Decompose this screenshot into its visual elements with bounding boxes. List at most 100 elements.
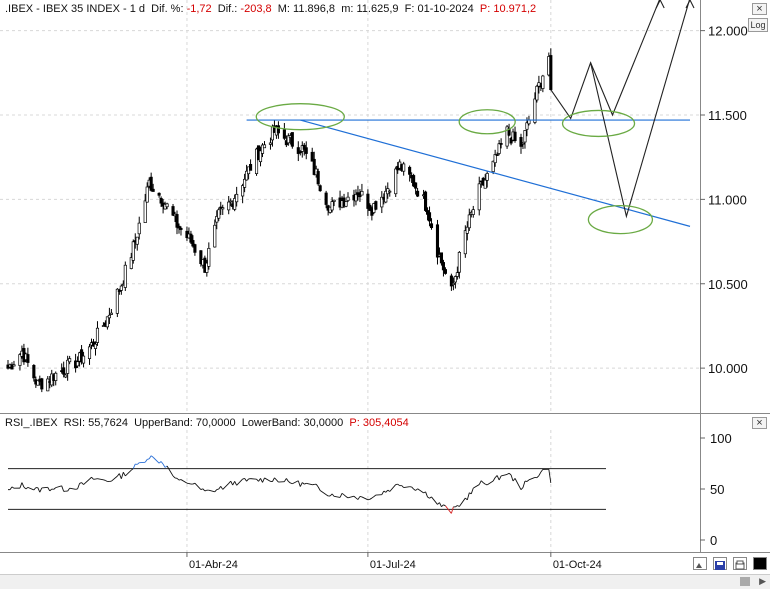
rsi-segment <box>214 489 218 493</box>
zoom-fit-button[interactable] <box>693 557 707 570</box>
rsi-segment <box>528 477 536 481</box>
rsi-segment <box>178 479 182 481</box>
rsi-segment <box>319 490 327 495</box>
candle-body <box>165 203 169 208</box>
background-color-button[interactable] <box>753 557 767 570</box>
rsi-segment <box>91 476 94 480</box>
rsi-segment <box>264 477 271 482</box>
candle-body <box>424 191 428 211</box>
candle-body <box>135 236 139 245</box>
projection-path-1 <box>550 0 660 120</box>
candle-body <box>95 327 100 343</box>
rsi-segment <box>427 496 430 499</box>
candle-body <box>483 179 487 189</box>
rsi-segment <box>234 481 238 486</box>
rsi-segment <box>150 455 154 458</box>
rsi-segment <box>9 486 13 490</box>
candle-body <box>332 199 336 202</box>
candle-body <box>541 75 545 89</box>
save-button[interactable] <box>713 557 727 570</box>
rsi-segment <box>492 477 496 482</box>
rsi-segment <box>260 478 263 483</box>
candle-body <box>193 244 197 253</box>
rsi-segment <box>202 488 206 492</box>
rsi-segment <box>522 480 526 488</box>
rsi-segment <box>144 459 148 463</box>
rsi-segment <box>147 458 150 460</box>
rsi-segment <box>176 477 180 481</box>
candle-body <box>235 193 239 203</box>
candle-body <box>143 200 147 224</box>
candle-body <box>535 85 539 101</box>
candle-body <box>521 142 525 145</box>
rsi-segment <box>383 490 387 493</box>
rsi-segment <box>496 475 500 481</box>
rsi-segment <box>540 469 544 473</box>
print-button[interactable] <box>733 557 747 570</box>
candle-body <box>229 200 233 203</box>
candle-body <box>243 178 247 188</box>
scrollbar-thumb[interactable] <box>740 577 750 586</box>
candle-body <box>87 346 92 359</box>
rsi-segment <box>132 463 136 469</box>
candle-body <box>316 171 320 185</box>
descending-trendline <box>300 119 691 227</box>
candle-body <box>157 192 161 196</box>
rsi-segment <box>431 496 438 505</box>
annotation-layer <box>246 0 695 235</box>
rsi-segment <box>299 482 303 487</box>
candle-body <box>344 201 348 207</box>
rsi-segment <box>401 485 405 488</box>
rsi-segment <box>470 487 474 494</box>
rsi-segment <box>429 496 432 499</box>
candle-body <box>533 98 537 123</box>
rsi-segment <box>19 482 23 489</box>
candle-body <box>429 223 434 229</box>
candle-body <box>408 166 412 175</box>
rsi-segment <box>236 478 243 486</box>
rsi-segment <box>455 505 458 508</box>
candle-body <box>282 129 286 139</box>
candle-body <box>32 364 36 379</box>
close-rsi-button[interactable]: × <box>752 417 767 429</box>
rsi-segment <box>441 504 444 508</box>
rsi-segment <box>306 482 313 486</box>
candle-body <box>441 262 445 271</box>
highlight-ellipse <box>561 109 636 138</box>
rsi-segment <box>122 471 126 477</box>
candle-body <box>66 359 70 374</box>
rsi-segment <box>387 489 391 492</box>
highlight-ellipse <box>458 109 516 135</box>
rsi-segment <box>443 504 446 507</box>
rsi-segment <box>105 480 108 482</box>
rsi-segment <box>367 498 370 501</box>
rsi-segment <box>148 455 152 460</box>
rsi-segment <box>439 502 442 507</box>
rsi-segment <box>272 477 275 482</box>
rsi-segment <box>111 475 118 482</box>
rsi-segment <box>357 496 361 500</box>
rsi-segment <box>485 483 488 486</box>
candle-body <box>115 288 119 314</box>
rsi-segment <box>411 486 414 490</box>
candle-body <box>455 272 459 277</box>
log-scale-toggle[interactable]: Log <box>748 18 768 32</box>
candle-body <box>276 125 280 134</box>
horizontal-scrollbar[interactable]: ▶ <box>0 574 770 589</box>
candle-body <box>330 201 334 211</box>
rsi-segment <box>397 483 400 487</box>
candle-body <box>388 190 392 193</box>
candle-body <box>549 55 553 91</box>
rsi-tick-label: 0 <box>710 533 717 548</box>
close-pane-button[interactable]: × <box>752 3 767 15</box>
rsi-segment <box>118 473 122 479</box>
rsi-segment <box>486 480 494 486</box>
candle-body <box>298 151 302 154</box>
candle-body <box>360 190 364 196</box>
rsi-segment <box>83 478 90 485</box>
rsi-segment <box>220 486 224 490</box>
scroll-right-icon[interactable]: ▶ <box>759 576 766 587</box>
price-tick-label: 11.500 <box>708 108 747 123</box>
rsi-segment <box>53 487 57 490</box>
rsi-segment <box>258 478 261 482</box>
